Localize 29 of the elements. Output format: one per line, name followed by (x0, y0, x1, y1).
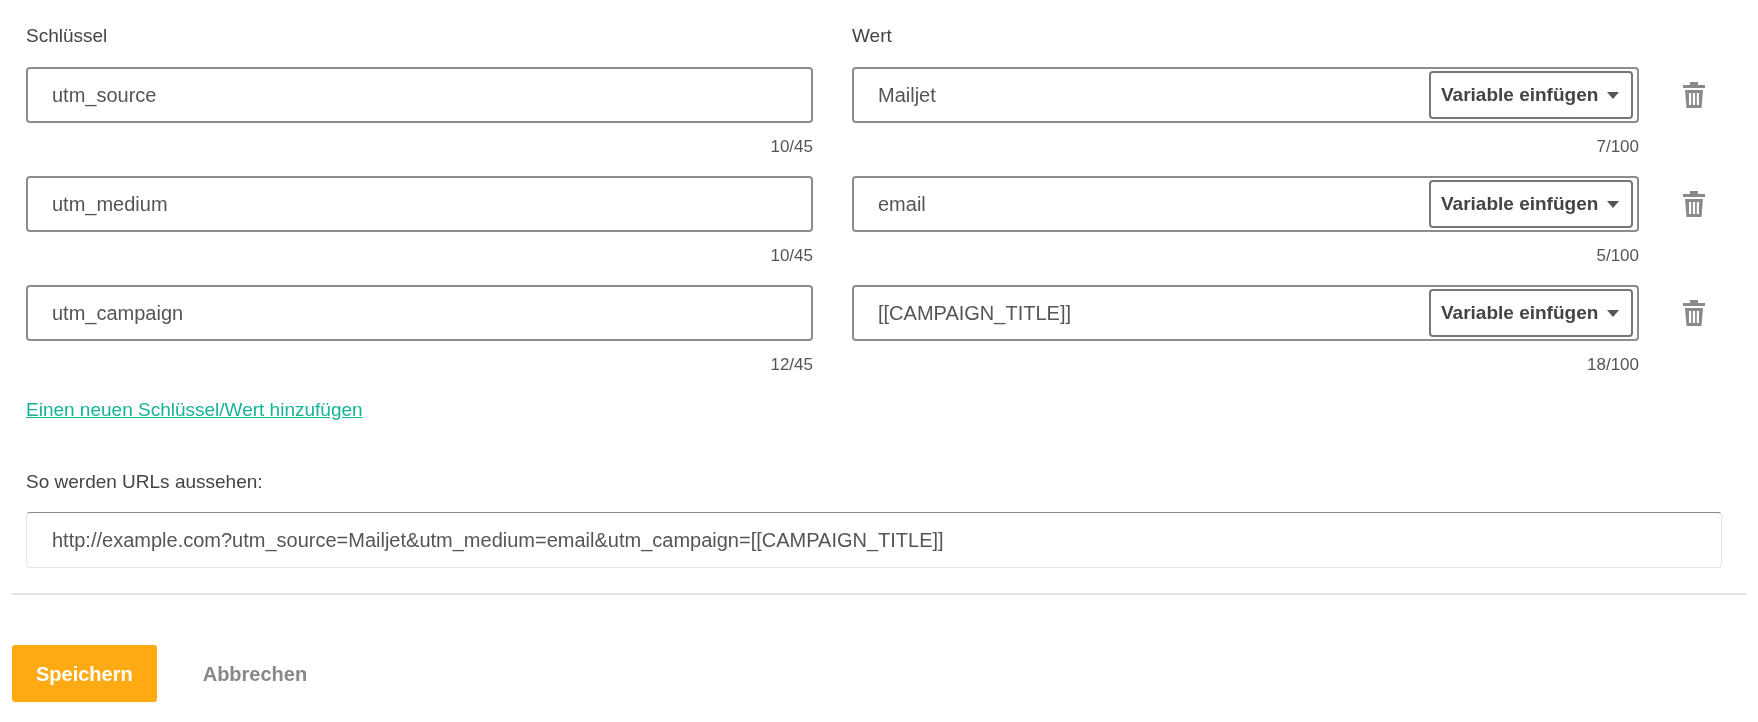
column-heading: Wert (852, 25, 892, 46)
column-heading: Schlüssel (26, 25, 108, 46)
key-field[interactable]: utm_campaign (26, 285, 813, 341)
insert-variable-dropdown[interactable]: Variable einfügen (1429, 289, 1633, 337)
caret-icon (1607, 91, 1619, 99)
character-counter: 7/100 (1596, 136, 1639, 158)
insert-variable-dropdown[interactable]: Variable einfügen (1429, 71, 1633, 119)
caret-icon (1607, 200, 1619, 208)
value-field[interactable]: email Variable einfügen (852, 176, 1639, 232)
character-counter: 10/45 (770, 245, 813, 267)
value-field[interactable]: [[CAMPAIGN_TITLE]] Variable einfügen (852, 285, 1639, 341)
key-field[interactable]: utm_medium (26, 176, 813, 232)
field-value: [[CAMPAIGN_TITLE]] (878, 301, 1071, 327)
preview-label: So werden URLs aussehen: (26, 471, 263, 492)
trash-icon[interactable] (1683, 82, 1705, 108)
trash-icon[interactable] (1683, 300, 1705, 326)
cancel-button[interactable]: Abbrechen (184, 645, 326, 702)
character-counter: 12/45 (770, 354, 813, 376)
value-field[interactable]: Mailjet Variable einfügen (852, 67, 1639, 123)
character-counter: 18/100 (1587, 354, 1639, 376)
field-value: email (878, 192, 926, 217)
character-counter: 10/45 (770, 136, 813, 158)
character-counter: 5/100 (1596, 245, 1639, 267)
url-preview-field: http://example.com?utm_source=Mailjet&utm_medium=email&utm_campaign=[[CAMPAIGN_TITLE]] (26, 512, 1722, 568)
trash-icon[interactable] (1683, 191, 1705, 217)
field-value: Mailjet (878, 83, 936, 108)
insert-variable-dropdown[interactable]: Variable einfügen (1429, 180, 1633, 228)
key-field[interactable]: utm_source (26, 67, 813, 123)
caret-icon (1607, 309, 1619, 317)
